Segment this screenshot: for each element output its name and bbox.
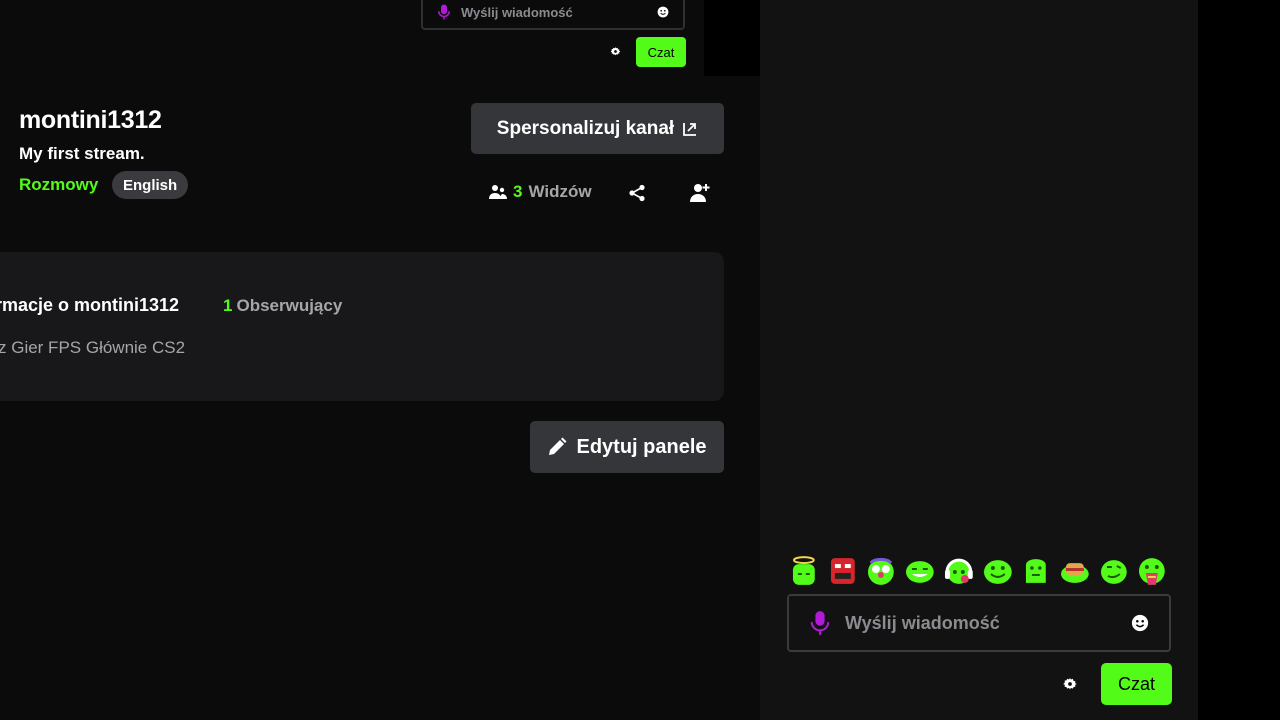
smile-emote-icon[interactable] bbox=[982, 555, 1014, 587]
viewers-number: 3 bbox=[513, 182, 523, 201]
top-chat-placeholder: Wyślij wiadomość bbox=[461, 4, 573, 20]
share-icon[interactable] bbox=[628, 184, 646, 202]
about-bio: z Gier FPS Głównie CS2 bbox=[0, 338, 186, 357]
top-settings-gear-icon[interactable] bbox=[609, 45, 622, 58]
viewers-count: 3 Widzów bbox=[489, 182, 592, 202]
external-link-icon bbox=[683, 122, 697, 136]
headphones-emote-icon[interactable] bbox=[943, 555, 975, 587]
language-badge[interactable]: English bbox=[112, 171, 189, 199]
stream-category[interactable]: Rozmowy bbox=[19, 175, 98, 195]
followers-count: 1 Obserwujący bbox=[223, 296, 342, 316]
video-preview-edge bbox=[704, 0, 760, 76]
pencil-icon bbox=[549, 437, 567, 455]
laughing-emote-icon[interactable] bbox=[904, 555, 936, 587]
chat-input-placeholder: Wyślij wiadomość bbox=[845, 612, 1000, 633]
edit-panels-label: Edytuj panele bbox=[576, 435, 707, 458]
side-edge bbox=[1198, 0, 1280, 720]
chat-settings-gear-icon[interactable] bbox=[1061, 675, 1079, 693]
top-chat-send-button[interactable]: Czat bbox=[636, 37, 686, 67]
microphone-icon[interactable] bbox=[809, 610, 831, 636]
angry-robot-emote-icon[interactable] bbox=[827, 555, 859, 587]
smirk-emote-icon[interactable] bbox=[1098, 555, 1130, 587]
follow-user-icon[interactable] bbox=[690, 183, 710, 203]
edit-panels-button[interactable]: Edytuj panele bbox=[530, 421, 724, 473]
angel-emote-icon[interactable] bbox=[788, 555, 820, 587]
channel-name[interactable]: montini1312 bbox=[19, 106, 162, 135]
about-panel bbox=[0, 252, 724, 401]
customize-channel-button[interactable]: Spersonalizuj kanał bbox=[471, 103, 724, 154]
burger-emote-icon[interactable] bbox=[1059, 555, 1091, 587]
chat-input[interactable]: Wyślij wiadomość bbox=[787, 594, 1171, 652]
plain-emote-icon[interactable] bbox=[1020, 555, 1052, 587]
rainbow-emote-icon[interactable] bbox=[1136, 555, 1168, 587]
emote-bar bbox=[788, 555, 1168, 587]
viewers-label: Widzów bbox=[528, 182, 592, 201]
microphone-icon[interactable] bbox=[435, 3, 453, 21]
followers-label: Obserwujący bbox=[236, 296, 343, 315]
customize-channel-label: Spersonalizuj kanał bbox=[496, 117, 675, 139]
emoji-picker-icon[interactable] bbox=[1131, 614, 1149, 632]
chat-send-button[interactable]: Czat bbox=[1101, 663, 1172, 705]
top-chat-input[interactable]: Wyślij wiadomość bbox=[421, 0, 685, 30]
about-title: rmacje o montini1312 bbox=[0, 295, 180, 315]
followers-number: 1 bbox=[223, 296, 233, 315]
stream-title: My first stream. bbox=[19, 144, 145, 163]
emoji-icon[interactable] bbox=[657, 6, 669, 18]
viewers-icon bbox=[489, 185, 507, 199]
clown-emote-icon[interactable] bbox=[865, 555, 897, 587]
